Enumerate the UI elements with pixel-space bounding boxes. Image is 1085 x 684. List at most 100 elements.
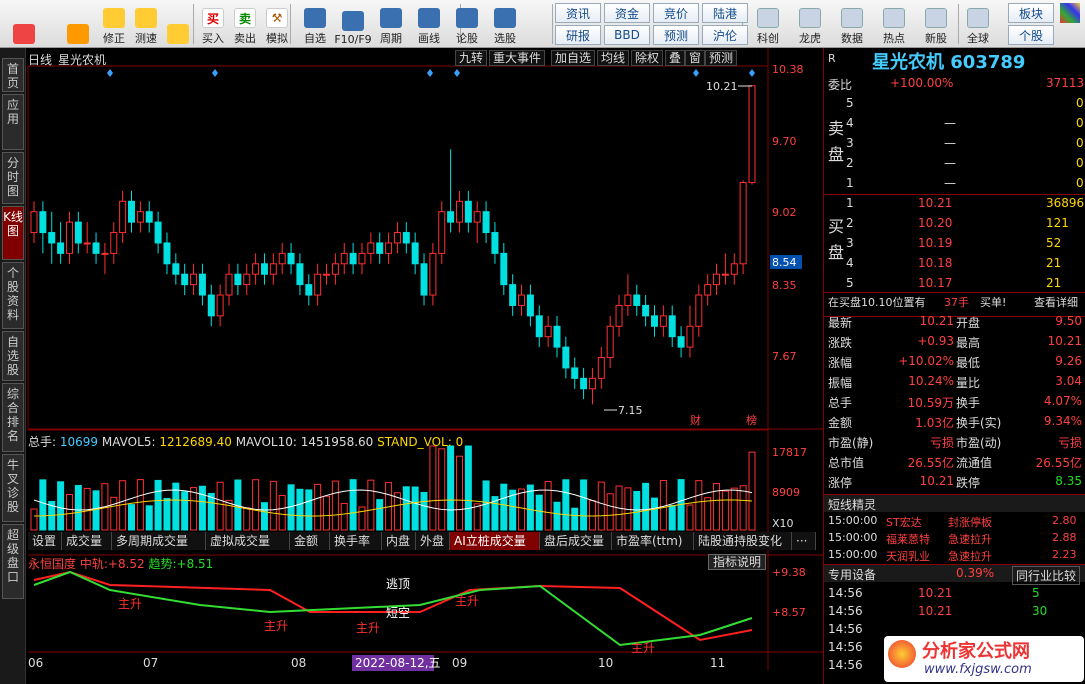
- volume-bar: [402, 486, 410, 531]
- indicator-tab-4[interactable]: 金额: [290, 532, 330, 550]
- stat-value: 10.21: [919, 474, 954, 488]
- indicator-tab-11[interactable]: 陆股通持股变化: [694, 532, 792, 550]
- left-tab-1[interactable]: 应用: [2, 94, 24, 150]
- rise-signal-label: 主升: [631, 641, 655, 655]
- toolbar-right-button[interactable]: 龙虎: [792, 2, 828, 46]
- toolbar-right-grid-button[interactable]: 板块: [1008, 3, 1054, 23]
- toolbar-grid-button[interactable]: 预测: [653, 25, 699, 45]
- indicator-tab-12[interactable]: ···: [792, 532, 816, 550]
- toolbar-grid-button[interactable]: 竞价: [653, 3, 699, 23]
- candle: [748, 85, 756, 185]
- toolbar-grid-button[interactable]: 陆港: [702, 3, 748, 23]
- chart-header-button-3[interactable]: 均线: [597, 50, 630, 66]
- indicator-tab-5[interactable]: 换手率: [330, 532, 382, 550]
- chart-header-button-6[interactable]: 窗: [685, 50, 706, 66]
- volume-bar: [633, 490, 641, 531]
- toolbar-nav-button[interactable]: 画线: [411, 2, 447, 46]
- chart-header-button-2[interactable]: 加自选: [551, 50, 596, 66]
- left-tab-8[interactable]: 超级盘口: [2, 524, 24, 599]
- toolbar-nav-button[interactable]: 论股: [449, 2, 485, 46]
- indicator-tab-9[interactable]: 盘后成交量: [540, 532, 612, 550]
- indicator-help-button[interactable]: 指标说明: [708, 554, 767, 570]
- chart-header-button-1[interactable]: 重大事件: [489, 50, 546, 66]
- sprite-stock[interactable]: 福莱蒽特: [886, 531, 930, 547]
- toolbar-right-grid-button[interactable]: 个股: [1008, 25, 1054, 45]
- period-label[interactable]: 日线: [28, 51, 52, 68]
- event-marker[interactable]: [107, 69, 113, 77]
- notice-link[interactable]: 查看详细: [1034, 294, 1078, 310]
- event-marker[interactable]: [454, 69, 460, 77]
- indicator-tab-8[interactable]: AI立桩成交量: [450, 532, 540, 550]
- toolbar-right-button[interactable]: 新股: [918, 2, 954, 46]
- toolbar-trade-button[interactable]: 买买入: [198, 2, 228, 46]
- rank-badge[interactable]: 榜: [746, 413, 757, 427]
- candle: [83, 222, 91, 254]
- sprite-title[interactable]: 短线精灵: [828, 496, 876, 513]
- left-tab-2[interactable]: 分时图: [2, 152, 24, 204]
- compare-button[interactable]: 同行业比较: [1012, 566, 1081, 585]
- toolbar-up-arrow-button[interactable]: 修正: [98, 2, 130, 46]
- left-tab-4[interactable]: 个股资料: [2, 262, 24, 329]
- event-marker[interactable]: [427, 69, 433, 77]
- toolbar-nav-button[interactable]: F10/F9: [334, 2, 372, 46]
- chart-header-button-7[interactable]: 预测: [705, 50, 738, 66]
- event-marker[interactable]: [749, 69, 755, 77]
- toolbar-clock-button[interactable]: [162, 2, 194, 46]
- left-tab-0[interactable]: 首页: [2, 58, 24, 92]
- volume-bar: [509, 489, 517, 531]
- chart-header-button-5[interactable]: 叠: [665, 50, 686, 66]
- left-tab-5[interactable]: 自选股: [2, 331, 24, 381]
- toolbar-right-button[interactable]: 热点: [876, 2, 912, 46]
- volume-bar: [269, 480, 277, 531]
- toolbar-back-button[interactable]: [62, 2, 94, 46]
- toolbar-right-button[interactable]: 科创: [750, 2, 786, 46]
- toolbar-grid-button[interactable]: 资讯: [555, 3, 601, 23]
- indicator-tab-7[interactable]: 外盘: [416, 532, 450, 550]
- toolbar-right-button[interactable]: 数据: [834, 2, 870, 46]
- volume-bar: [243, 507, 251, 531]
- left-tab-6[interactable]: 综合排名: [2, 383, 24, 452]
- device-label[interactable]: 专用设备: [828, 566, 876, 583]
- left-tab-7[interactable]: 牛叉诊股: [2, 454, 24, 522]
- event-marker[interactable]: [212, 69, 218, 77]
- sprite-stock[interactable]: 天润乳业: [886, 548, 930, 564]
- chart-header-button-4[interactable]: 除权: [631, 50, 664, 66]
- sprite-stock[interactable]: ST宏达: [886, 514, 922, 530]
- volume-bar: [588, 500, 596, 531]
- indicator-tab-0[interactable]: 设置: [28, 532, 62, 550]
- toolbar-speed-button[interactable]: 测速: [130, 2, 162, 46]
- toolbar-trade-button[interactable]: 卖卖出: [230, 2, 260, 46]
- candle: [65, 211, 73, 264]
- colorful-grid-icon[interactable]: [1060, 3, 1080, 23]
- indicator-axis-label: +8.57: [772, 606, 806, 619]
- left-tab-3[interactable]: K线图: [2, 206, 24, 260]
- volume-bar: [482, 480, 490, 531]
- sell-volume: 0: [1076, 116, 1084, 130]
- toolbar-trade-button[interactable]: ⚒ 模拟: [262, 2, 292, 46]
- toolbar-right-label: 新股: [925, 32, 947, 45]
- indicator-tab-3[interactable]: 虚拟成交量: [206, 532, 290, 550]
- indicator-tab-1[interactable]: 成交量: [62, 532, 112, 550]
- toolbar-right-button[interactable]: 全球: [960, 2, 996, 46]
- toolbar-right-label: 全球: [967, 32, 989, 45]
- toolbar-menu-button[interactable]: [8, 2, 40, 46]
- toolbar-grid-button[interactable]: 资金: [604, 3, 650, 23]
- toolbar-nav-button[interactable]: 选股: [487, 2, 523, 46]
- volume-bar: [163, 497, 171, 531]
- finance-badge[interactable]: 财: [690, 413, 701, 427]
- indicator-tab-10[interactable]: 市盈率(ttm): [612, 532, 694, 550]
- event-marker[interactable]: [693, 69, 699, 77]
- toolbar-grid-button[interactable]: 研报: [555, 25, 601, 45]
- indicator-tab-6[interactable]: 内盘: [382, 532, 416, 550]
- toolbar-nav-label: F10/F9: [334, 33, 372, 46]
- toolbar-nav-button[interactable]: 周期: [373, 2, 409, 46]
- chart-header-button-0[interactable]: 九转: [455, 50, 488, 66]
- toolbar-nav-label: 画线: [418, 32, 440, 45]
- divider: [824, 292, 1085, 293]
- volume-bar: [57, 481, 65, 531]
- toolbar-grid-button[interactable]: BBD: [604, 25, 650, 45]
- volume-bar: [411, 486, 419, 531]
- indicator-tab-2[interactable]: 多周期成交量: [112, 532, 206, 550]
- toolbar-grid-button[interactable]: 沪伦: [702, 25, 748, 45]
- toolbar-nav-button[interactable]: 自选: [297, 2, 333, 46]
